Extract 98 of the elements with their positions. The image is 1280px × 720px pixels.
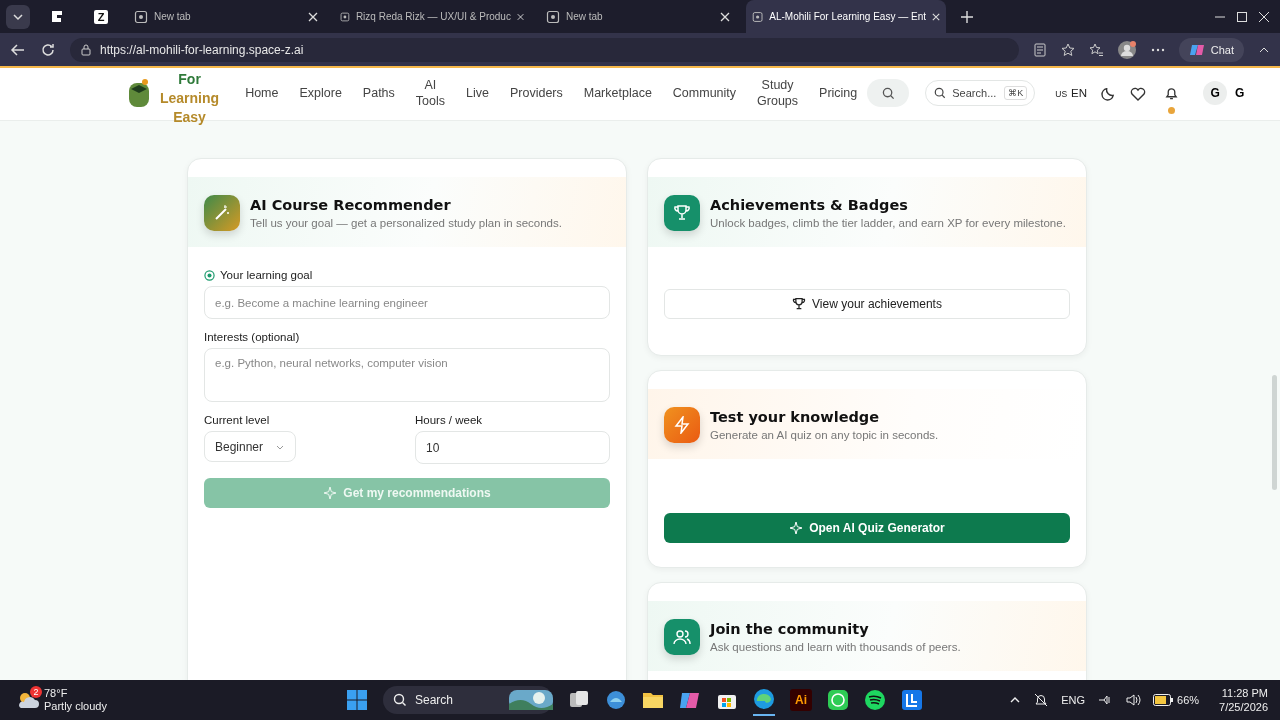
goal-input[interactable]: e.g. Become a machine learning engineer — [204, 286, 610, 319]
sparkle-icon — [323, 486, 338, 500]
card-subtitle: Unlock badges, climb the tier ladder, and earn XP for every milestone. — [710, 217, 1066, 229]
language-link[interactable]: EN — [1071, 87, 1088, 99]
nav-link[interactable]: Home — [245, 85, 279, 101]
target-icon — [204, 269, 215, 281]
pinned-tab[interactable]: Z — [94, 9, 108, 24]
country-code[interactable]: US — [1055, 89, 1068, 99]
interests-input[interactable]: e.g. Python, neural networks, computer vision — [204, 348, 610, 402]
search-button[interactable] — [867, 79, 910, 107]
people-icon — [664, 619, 700, 655]
illustrator-icon[interactable]: Ai — [790, 689, 812, 711]
avatar[interactable]: G — [1203, 81, 1228, 105]
music-app-icon[interactable] — [864, 689, 886, 711]
browser-icon[interactable] — [753, 688, 775, 710]
language-indicator[interactable]: ENG — [1061, 694, 1086, 706]
browser-tab[interactable]: New tab — [128, 0, 324, 33]
page-icon — [546, 9, 560, 24]
nav-link[interactable]: Paths — [362, 85, 395, 101]
close-icon[interactable] — [308, 11, 318, 22]
nav-link[interactable]: Community — [672, 85, 737, 101]
chat-app-icon[interactable] — [827, 689, 849, 711]
nav-link[interactable]: Marketplace — [583, 85, 652, 101]
tab-menu-button[interactable] — [6, 4, 30, 29]
field-label: Your learning goal — [220, 269, 313, 281]
card-button[interactable]: View your achievements — [664, 289, 1070, 319]
nav-link[interactable]: AI Tools — [415, 77, 445, 109]
site-info-icon — [80, 43, 92, 56]
refresh-icon[interactable] — [40, 41, 56, 58]
nav-link[interactable]: Pricing — [819, 85, 858, 101]
field-label: Current level — [204, 414, 271, 426]
nav-link[interactable]: Explore — [299, 85, 342, 101]
scrollbar-thumb[interactable] — [1272, 375, 1277, 490]
back-icon[interactable] — [10, 41, 26, 58]
bell-icon[interactable] — [1164, 85, 1180, 101]
nav-link[interactable]: Providers — [509, 85, 563, 101]
browser-tab[interactable]: Rizq Reda Rizk — UX/UI & Produc — [334, 0, 530, 33]
nav-link[interactable]: Study Groups — [757, 77, 799, 109]
search-icon — [881, 86, 895, 100]
volume-icon[interactable] — [1125, 692, 1142, 708]
sparkle-icon — [789, 521, 804, 535]
nav-link[interactable]: Live — [466, 85, 489, 101]
windows-icon[interactable] — [346, 689, 368, 711]
hours-input[interactable]: 10 — [415, 431, 610, 464]
heart-icon[interactable] — [1130, 85, 1147, 101]
maximize-icon[interactable] — [1236, 10, 1248, 23]
logo-icon[interactable] — [50, 9, 64, 24]
lightning-icon — [664, 407, 700, 443]
address-field[interactable]: https://al-mohili-for-learning.space-z.ai — [70, 37, 1019, 62]
trophy-icon — [792, 297, 807, 311]
card-title: Achievements & Badges — [710, 197, 909, 213]
clock-date[interactable]: 7/25/2026 — [1219, 700, 1268, 714]
battery-icon[interactable] — [1153, 694, 1174, 706]
magic-wand-icon — [204, 195, 240, 231]
page-icon — [134, 9, 148, 24]
reader-icon[interactable] — [1032, 42, 1047, 57]
page-icon — [752, 9, 764, 24]
muted-bell-icon[interactable] — [1033, 692, 1050, 708]
card-title: AI Course Recommender — [250, 197, 452, 213]
widget-icon[interactable] — [605, 689, 627, 711]
card-subtitle: Tell us your goal — get a personalized study plan in seconds. — [250, 217, 562, 229]
card-subtitle: Ask questions and learn with thousands of peers. — [710, 641, 961, 653]
level-select[interactable]: Beginner — [204, 431, 297, 462]
temperature: 78°F — [44, 687, 69, 700]
board-app-icon[interactable] — [901, 689, 923, 711]
star-icon[interactable] — [1060, 42, 1075, 57]
shortcut-hint: ⌘K — [1004, 86, 1028, 100]
moon-icon[interactable] — [1101, 85, 1117, 101]
close-icon[interactable] — [931, 11, 940, 22]
close-icon[interactable] — [720, 11, 730, 22]
field-label: Hours / week — [415, 414, 484, 426]
page-icon — [340, 9, 350, 24]
user-initial: G — [1235, 86, 1245, 100]
search-icon — [934, 87, 947, 99]
card-title: Join the community — [710, 621, 870, 637]
clock-time[interactable]: 11:28 PM — [1221, 686, 1268, 700]
close-icon[interactable] — [1258, 10, 1270, 23]
logo-text: For — [178, 69, 201, 89]
trophy-icon — [664, 195, 700, 231]
battery-level: 66% — [1177, 694, 1200, 706]
new-tab-icon[interactable] — [960, 9, 974, 24]
field-label: Interests (optional) — [204, 331, 301, 343]
search-icon — [393, 693, 407, 707]
browser-tab[interactable]: AL-Mohili For Learning Easy — Ent — [746, 0, 946, 33]
profile-icon[interactable] — [1116, 39, 1137, 60]
weather-condition: Partly cloudy — [44, 700, 107, 713]
card-button[interactable]: Open AI Quiz Generator — [664, 513, 1070, 543]
card-subtitle: Generate an AI quiz on any topic in seconds. — [710, 429, 939, 441]
logo-text: Learning — [160, 88, 220, 108]
notification-badge: 2 — [30, 686, 42, 698]
taskbar-search[interactable]: Search — [383, 686, 553, 714]
weather-icon[interactable] — [16, 690, 40, 710]
chat-button[interactable]: Chat — [1178, 37, 1244, 62]
logo-text: Easy — [173, 107, 206, 127]
card-title: Test your knowledge — [710, 409, 881, 425]
favorites-icon[interactable] — [1088, 42, 1103, 57]
browser-tab[interactable]: New tab — [540, 0, 736, 33]
logo-icon — [128, 77, 150, 109]
